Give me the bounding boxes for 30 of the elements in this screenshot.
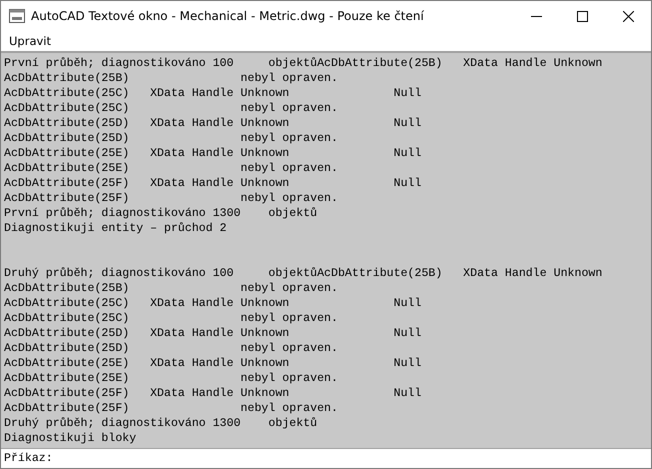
console-line: AcDbAttribute(25F) nebyl opraven. [4, 191, 338, 206]
console-line: AcDbAttribute(25C) nebyl opraven. [4, 311, 338, 326]
console-line: AcDbAttribute(25C) XData Handle Unknown Null [4, 296, 422, 311]
window-icon [9, 9, 25, 23]
console-line: AcDbAttribute(25D) XData Handle Unknown Null [4, 116, 422, 131]
console-line: AcDbAttribute(25F) XData Handle Unknown Null [4, 176, 422, 191]
console-line: AcDbAttribute(25C) XData Handle Unknown Null [4, 86, 422, 101]
command-field[interactable]: Příkaz: [1, 448, 651, 468]
maximize-icon[interactable] [576, 10, 588, 22]
console-line: AcDbAttribute(25E) nebyl opraven. [4, 371, 338, 386]
console-line: AcDbAttribute(25B) nebyl opraven. [4, 71, 338, 86]
console-line: AcDbAttribute(25E) XData Handle Unknown Null [4, 146, 422, 161]
console-line: Druhý průběh; diagnostikováno 100 objektůAcDbAttribute(25B) XData Handle Unknown [4, 266, 602, 281]
console-line: Diagnostikuji entity – průchod 2 [4, 221, 227, 236]
console-line: AcDbAttribute(25D) XData Handle Unknown Null [4, 326, 422, 341]
menu-item[interactable]: Upravit [5, 33, 56, 49]
console-line: Druhý průběh; diagnostikováno 1300 objektů [4, 416, 318, 431]
close-icon[interactable] [622, 10, 634, 22]
console-line: AcDbAttribute(25C) nebyl opraven. [4, 101, 338, 116]
console-line: AcDbAttribute(25E) nebyl opraven. [4, 161, 338, 176]
console-line: První průběh; diagnostikováno 1300 objektů [4, 206, 318, 221]
console-line: AcDbAttribute(25E) XData Handle Unknown Null [4, 356, 422, 371]
console-line: Diagnostikuji bloky [4, 431, 136, 446]
console-line: AcDbAttribute(25B) nebyl opraven. [4, 281, 338, 296]
console-line: AcDbAttribute(25D) nebyl opraven. [4, 341, 338, 356]
console-line: AcDbAttribute(25F) XData Handle Unknown Null [4, 386, 422, 401]
console-line: První průběh; diagnostikováno 100 objektůAcDbAttribute(25B) XData Handle Unknown [4, 56, 602, 71]
console-line: AcDbAttribute(25F) nebyl opraven. [4, 401, 338, 416]
window-title: AutoCAD Textové okno - Mechanical - Metric.dwg - Pouze ke čtení [31, 9, 425, 23]
console-line: AcDbAttribute(25D) nebyl opraven. [4, 131, 338, 146]
